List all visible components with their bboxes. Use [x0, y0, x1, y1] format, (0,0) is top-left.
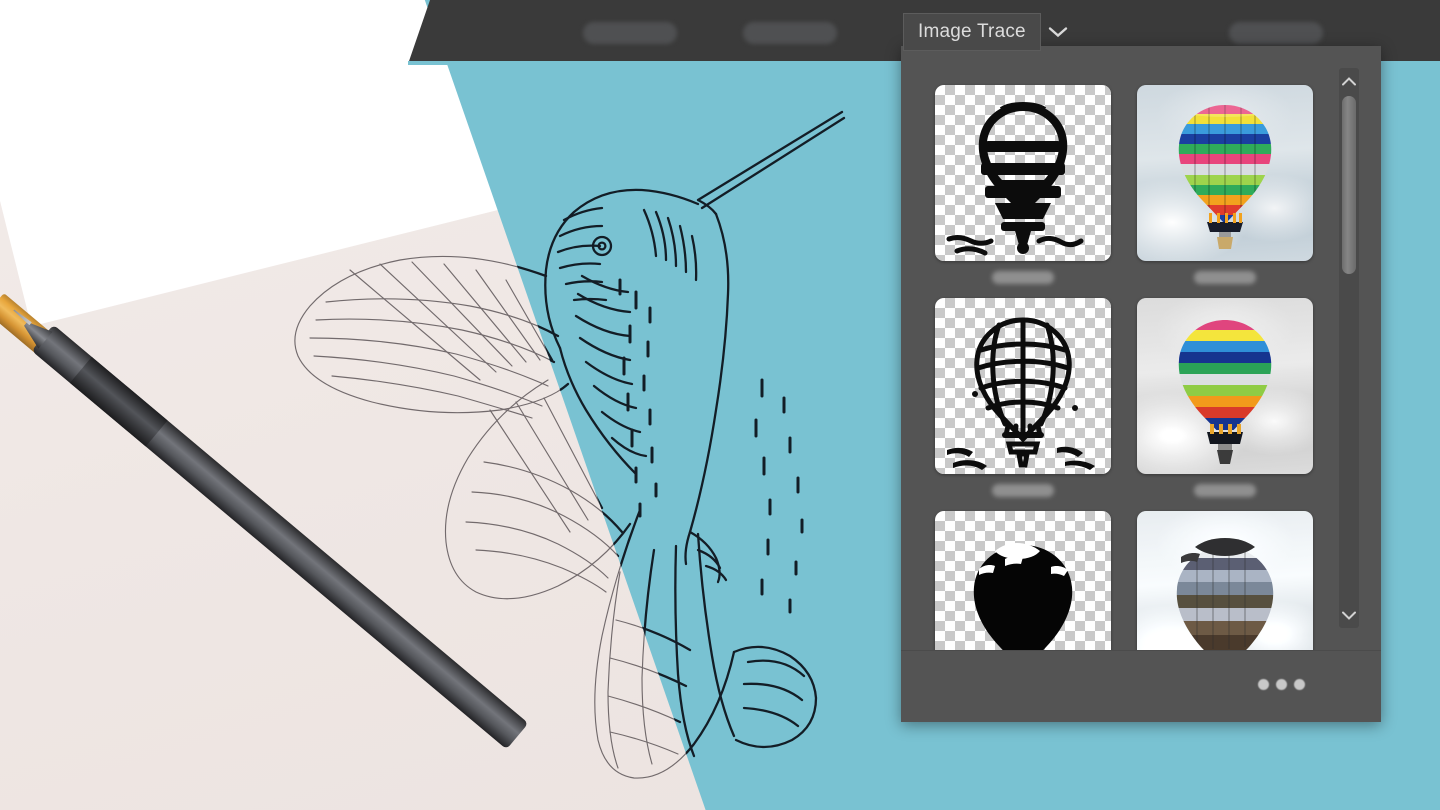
- dot: [1258, 679, 1269, 690]
- preset-grid: [935, 85, 1325, 650]
- preset-label: [992, 271, 1054, 284]
- preset-thumbnail-sketched-art[interactable]: [935, 85, 1111, 261]
- balloon-line-art-icon: [947, 317, 1095, 470]
- preset-thumbnail-area: [901, 46, 1381, 650]
- scrollbar-thumb[interactable]: [1342, 96, 1356, 274]
- toolbar-button-2[interactable]: [743, 22, 837, 44]
- screen: Image Trace: [0, 0, 1440, 810]
- dot: [1276, 679, 1287, 690]
- preset-thumbnail-high-fidelity-photo[interactable]: [1137, 85, 1313, 261]
- balloon-muted-icon: [1176, 538, 1274, 650]
- preset-item[interactable]: [935, 85, 1111, 284]
- balloon-color-icon: [1178, 105, 1272, 249]
- preset-item[interactable]: [1137, 85, 1313, 284]
- panel-scrollbar[interactable]: [1339, 68, 1359, 628]
- preset-label: [1194, 271, 1256, 284]
- preset-label: [1194, 484, 1256, 497]
- panel-header: Image Trace: [903, 13, 1075, 51]
- preset-thumbnail-low-fidelity-photo[interactable]: [1137, 298, 1313, 474]
- balloon-sketched-art-icon: [946, 101, 1084, 256]
- dot: [1294, 679, 1305, 690]
- preset-item[interactable]: [1137, 298, 1313, 497]
- toolbar-button-1[interactable]: [583, 22, 677, 44]
- image-trace-panel: [901, 46, 1381, 722]
- preset-item[interactable]: [935, 511, 1111, 650]
- chevron-down-icon[interactable]: [1041, 13, 1075, 51]
- scroll-up-icon[interactable]: [1339, 70, 1359, 92]
- image-trace-title-button[interactable]: Image Trace: [903, 13, 1041, 51]
- more-options-icon[interactable]: [1258, 679, 1305, 690]
- preset-label: [992, 484, 1054, 497]
- preset-thumbnail-shades-of-grey[interactable]: [1137, 511, 1313, 650]
- panel-footer: [901, 650, 1381, 722]
- scroll-down-icon[interactable]: [1339, 604, 1359, 626]
- preset-item[interactable]: [935, 298, 1111, 497]
- balloon-posterized-icon: [1178, 320, 1272, 464]
- preset-item[interactable]: [1137, 511, 1313, 650]
- preset-thumbnail-line-art[interactable]: [935, 298, 1111, 474]
- toolbar-button-3[interactable]: [1229, 22, 1323, 44]
- preset-thumbnail-silhouette[interactable]: [935, 511, 1111, 650]
- balloon-silhouette-icon: [973, 543, 1073, 650]
